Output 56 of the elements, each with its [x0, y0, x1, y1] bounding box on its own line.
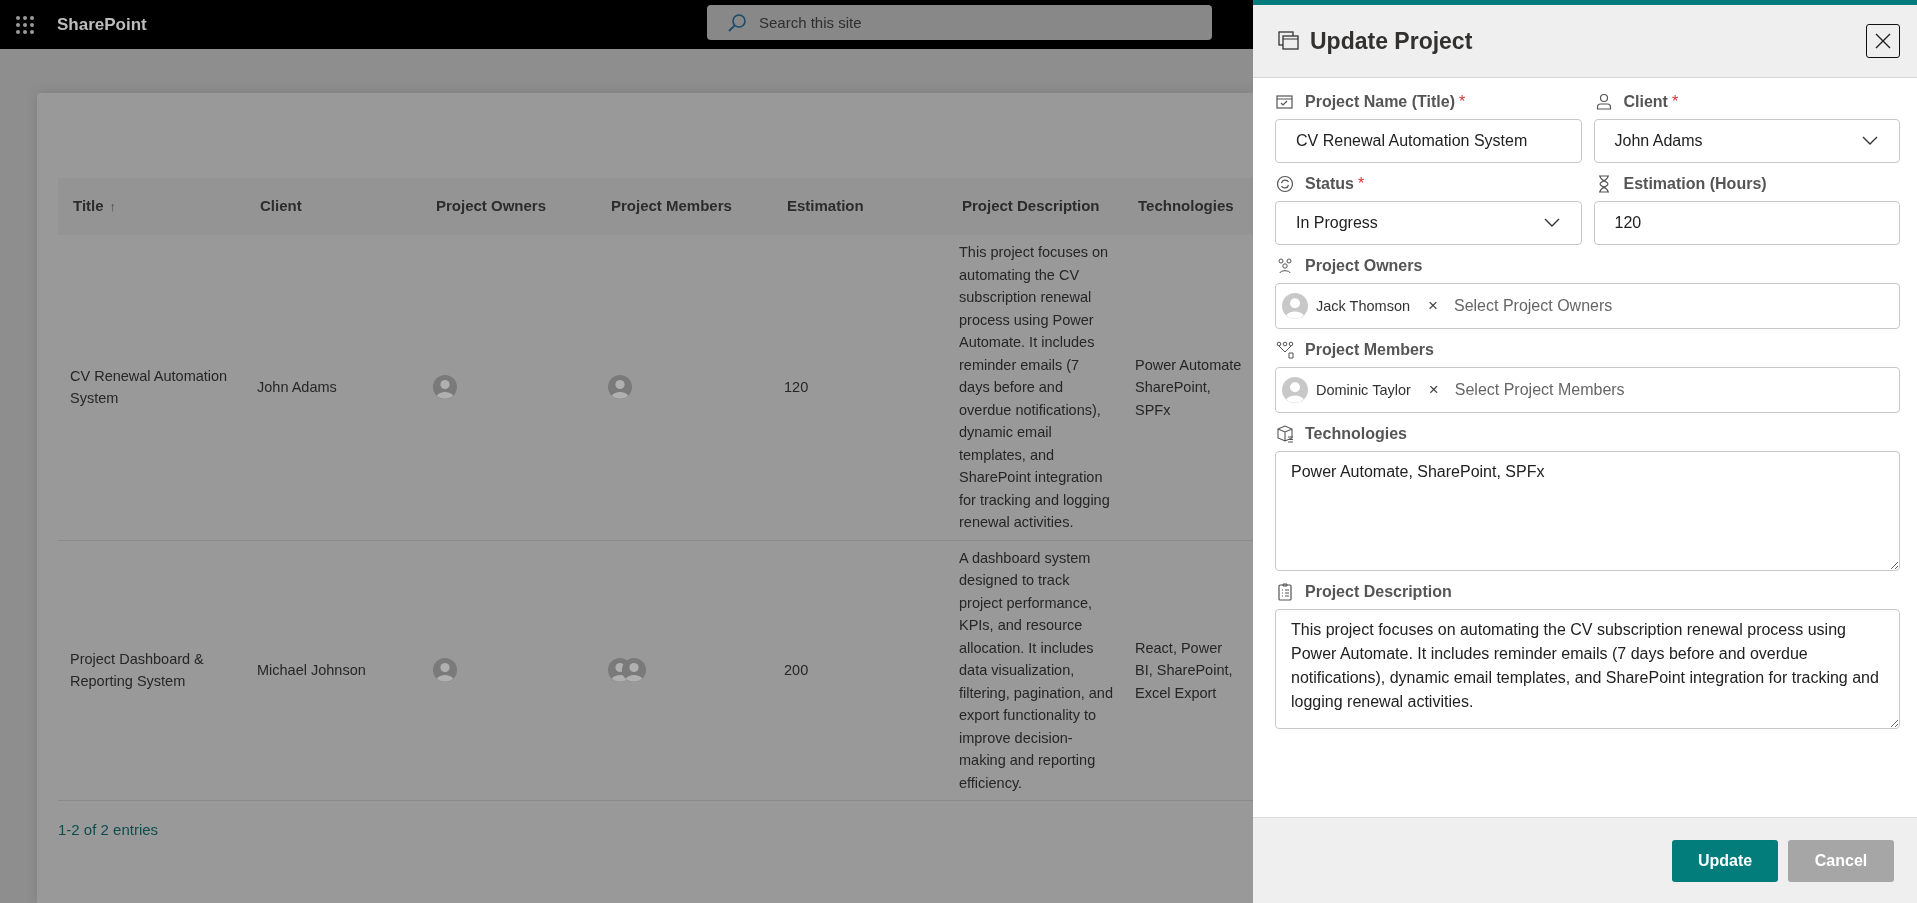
required-marker: * — [1671, 93, 1679, 111]
table-cell: 120 — [772, 235, 947, 540]
column-header[interactable]: Project Owners — [421, 178, 596, 235]
field-label: Status — [1305, 175, 1354, 193]
field-label: Estimation (Hours) — [1623, 175, 1767, 193]
text-field[interactable]: 120 — [1593, 201, 1900, 245]
column-header[interactable]: Project Description — [947, 178, 1123, 235]
field-icon — [1275, 92, 1295, 112]
table-cell: John Adams — [245, 235, 421, 540]
text-field[interactable]: CV Renewal Automation System — [1275, 119, 1582, 163]
table-cell: A dashboard system designed to track project performance, KPIs, and resource allocation. It includes data visualization, filtering, pagination, and export functionality to improve decision-making and reporting efficiency. — [947, 540, 1123, 801]
app-name[interactable]: SharePoint — [57, 14, 147, 35]
column-header[interactable]: Technologies — [1123, 178, 1253, 235]
search-field[interactable]: Search this site — [707, 5, 1212, 40]
close-icon — [1874, 32, 1892, 50]
column-header[interactable]: Project Members — [596, 178, 772, 235]
table-cell: Project Dashboard & Reporting System — [58, 540, 245, 801]
app-launcher-icon — [15, 14, 35, 35]
required-marker: * — [1458, 93, 1466, 111]
folders-icon — [1278, 31, 1300, 51]
update-button[interactable]: Update — [1672, 839, 1778, 882]
field-label: Project Owners — [1305, 257, 1423, 275]
entries-count: 1-2 of 2 entries — [58, 821, 159, 838]
people-picker-field[interactable]: Jack Thomson × Select Project Owners — [1275, 283, 1900, 329]
column-header[interactable]: Estimation — [772, 178, 947, 235]
field-icon — [1275, 174, 1295, 194]
field-icon — [1275, 424, 1295, 444]
required-marker: * — [1357, 175, 1365, 193]
dropdown[interactable]: In Progress — [1275, 201, 1582, 245]
text-area[interactable]: Power Automate, SharePoint, SPFx — [1275, 451, 1900, 571]
dropdown[interactable]: John Adams — [1593, 119, 1900, 163]
table-cell: CV Renewal Automation System — [58, 235, 245, 540]
column-header[interactable]: Title ↑ — [58, 178, 245, 235]
avatar-icon — [1282, 377, 1308, 403]
field-icon — [1275, 582, 1295, 602]
text-area[interactable]: This project focuses on automating the CV subscription renewal process using Power Automate. It includes reminder emails (7 days before and overdue notifications), dynamic email templates, and SharePoint integration for tracking and logging renewal activities. — [1275, 609, 1900, 729]
person-name: Dominic Taylor — [1316, 382, 1411, 398]
avatar-icon — [1282, 293, 1308, 319]
remove-person-button[interactable]: × — [1422, 380, 1445, 400]
people-picker-field[interactable]: Dominic Taylor × Select Project Members — [1275, 367, 1900, 413]
field-label: Project Members — [1305, 341, 1434, 359]
column-header[interactable]: Client — [245, 178, 421, 235]
person-name: Jack Thomson — [1316, 298, 1411, 314]
field-icon — [1275, 256, 1295, 276]
panel-title: Update Project — [1310, 27, 1474, 55]
search-icon — [727, 12, 747, 33]
table-cell: Michael Johnson — [245, 540, 421, 801]
field-label: Client — [1623, 93, 1668, 111]
field-icon — [1275, 340, 1295, 360]
field-label: Project Name (Title) — [1305, 93, 1455, 111]
table-cell: This project focuses on automating the CV subscription renewal process using Power Automate. It includes reminder emails (7 days before and overdue notifications), dynamic email templates, and SharePoint integration for tracking and logging renewal activities. — [947, 235, 1123, 540]
table-cell: 200 — [772, 540, 947, 801]
remove-person-button[interactable]: × — [1422, 296, 1444, 316]
field-label: Project Description — [1305, 583, 1452, 601]
field-label: Technologies — [1305, 425, 1407, 443]
close-button[interactable] — [1866, 24, 1900, 58]
